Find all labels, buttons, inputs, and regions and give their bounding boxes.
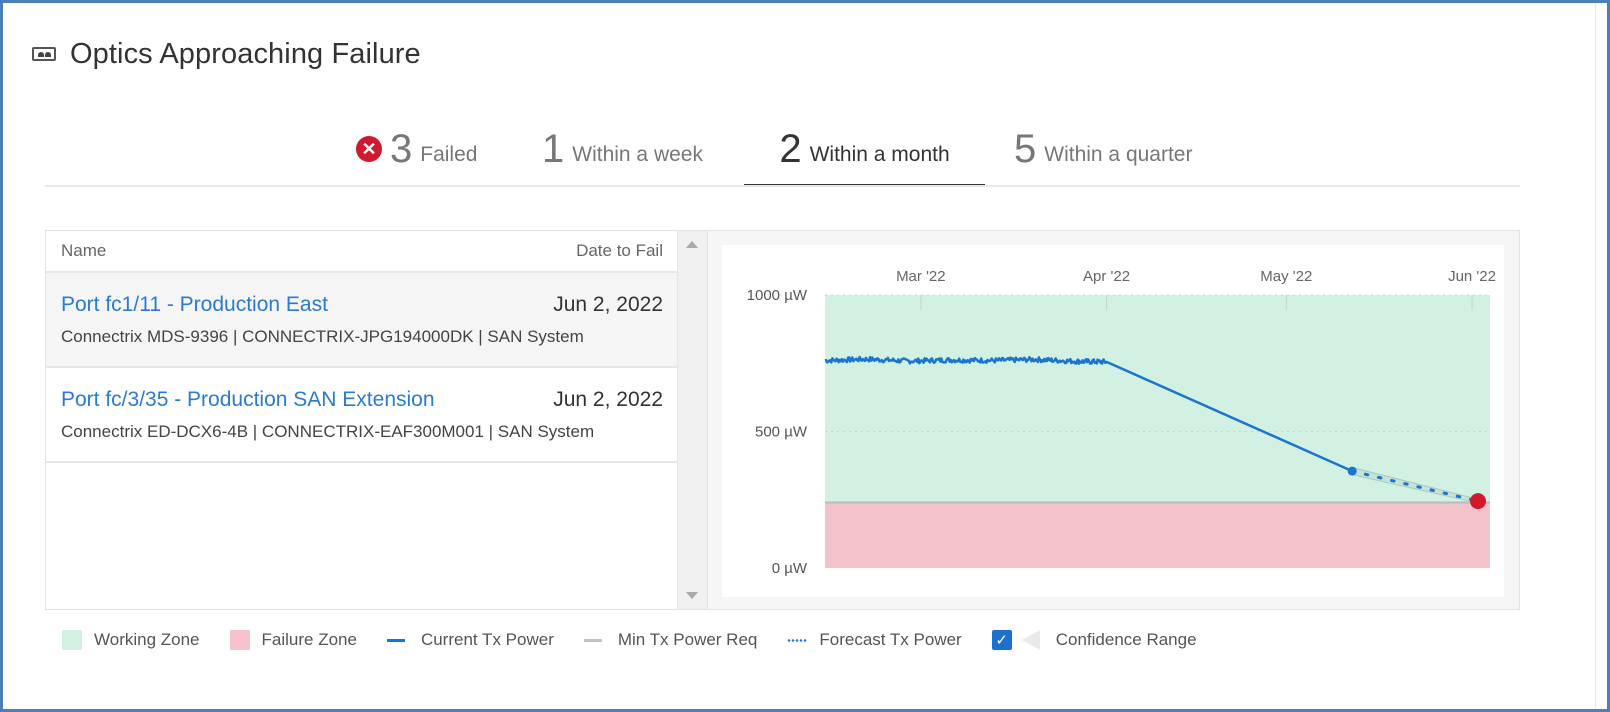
y-tick-label: 500 µW	[755, 424, 808, 441]
widget-header: Optics Approaching Failure	[32, 34, 421, 74]
tabs-divider	[45, 185, 1520, 187]
chart-legend: Working Zone Failure Zone Current Tx Pow…	[62, 626, 1227, 654]
port-details: Connectrix MDS-9396 | CONNECTRIX-JPG1940…	[61, 327, 584, 346]
tab-label: Within a week	[572, 143, 703, 166]
working-zone-swatch	[62, 630, 82, 650]
widget-title: Optics Approaching Failure	[70, 37, 421, 70]
error-x-icon: ✕	[356, 136, 382, 162]
tab-count: 2	[779, 126, 802, 171]
legend-label: Confidence Range	[1055, 630, 1197, 649]
timeframe-tabs: ✕ 3 Failed 1 Within a week 2 Within a mo…	[45, 112, 1520, 187]
confidence-range-swatch	[1021, 630, 1040, 650]
tab-failed[interactable]: ✕ 3 Failed	[356, 112, 477, 186]
x-tick-label: Jun '22	[1448, 268, 1496, 285]
x-tick-label: Mar '22	[896, 268, 946, 285]
x-tick-label: May '22	[1260, 268, 1312, 285]
legend-label: Forecast Tx Power	[819, 630, 962, 649]
solid-line-swatch	[386, 638, 405, 642]
date-to-fail: Jun 2, 2022	[553, 388, 663, 411]
predicted-failure-point	[1470, 493, 1487, 510]
tx-power-chart: Mar '22 Apr '22 May '22 Jun '22 1000 µW 500 …	[747, 268, 1496, 577]
frame-edge	[1595, 4, 1596, 708]
legend-label: Working Zone	[94, 630, 200, 649]
port-link[interactable]: Port fc1/11 - Production East	[61, 293, 328, 317]
tab-label: Within a month	[809, 143, 950, 166]
tab-within-month[interactable]: 2 Within a month	[744, 112, 985, 187]
x-tick-label: Apr '22	[1083, 268, 1130, 285]
port-link[interactable]: Port fc/3/35 - Production SAN Extension	[61, 388, 435, 412]
legend-current-tx: Current Tx Power	[386, 630, 554, 650]
legend-min-tx: Min Tx Power Req	[583, 630, 758, 650]
legend-forecast-tx: Forecast Tx Power	[787, 630, 962, 650]
tab-within-quarter[interactable]: 5 Within a quarter	[1014, 112, 1192, 186]
gray-line-swatch	[583, 638, 602, 642]
tab-within-week[interactable]: 1 Within a week	[542, 112, 703, 186]
tab-label: Failed	[420, 143, 478, 166]
tab-count: 1	[542, 126, 565, 171]
tab-count: 5	[1014, 126, 1037, 171]
optics-transceiver-icon	[32, 47, 56, 61]
legend-label: Min Tx Power Req	[617, 630, 758, 649]
table-header: Name Date to Fail	[46, 231, 678, 273]
chart-card: Mar '22 Apr '22 May '22 Jun '22 1000 µW 500 …	[722, 245, 1504, 597]
failure-zone-swatch	[229, 630, 250, 650]
scroll-up-arrow-icon[interactable]	[686, 241, 698, 248]
table-scrollbar[interactable]	[677, 231, 707, 609]
legend-label: Current Tx Power	[420, 630, 554, 649]
legend-confidence: ✓ Confidence Range	[991, 630, 1197, 650]
date-to-fail: Jun 2, 2022	[553, 293, 663, 316]
table-row[interactable]: Port fc/3/35 - Production SAN Extension …	[46, 368, 678, 463]
legend-failure-zone: Failure Zone	[229, 630, 357, 650]
column-header-name[interactable]: Name	[61, 241, 106, 261]
table-row[interactable]: Port fc1/11 - Production East Jun 2, 202…	[46, 273, 678, 368]
tab-label: Within a quarter	[1044, 143, 1193, 166]
working-zone-area	[825, 295, 1490, 503]
column-header-date-to-fail[interactable]: Date to Fail	[576, 241, 663, 261]
y-tick-label: 1000 µW	[747, 287, 808, 304]
optics-table: Name Date to Fail Port fc1/11 - Producti…	[45, 230, 708, 610]
port-details: Connectrix ED-DCX6-4B | CONNECTRIX-EAF30…	[61, 422, 595, 441]
legend-working-zone: Working Zone	[62, 630, 200, 650]
confidence-checkbox[interactable]: ✓	[991, 630, 1012, 650]
tab-count: 3	[390, 126, 413, 171]
scroll-down-arrow-icon[interactable]	[686, 592, 698, 599]
y-tick-label: 0 µW	[772, 560, 808, 577]
current-tx-endpoint	[1347, 466, 1357, 476]
legend-label: Failure Zone	[261, 630, 357, 649]
failure-zone-area	[825, 502, 1490, 568]
dotted-line-swatch	[787, 638, 808, 642]
